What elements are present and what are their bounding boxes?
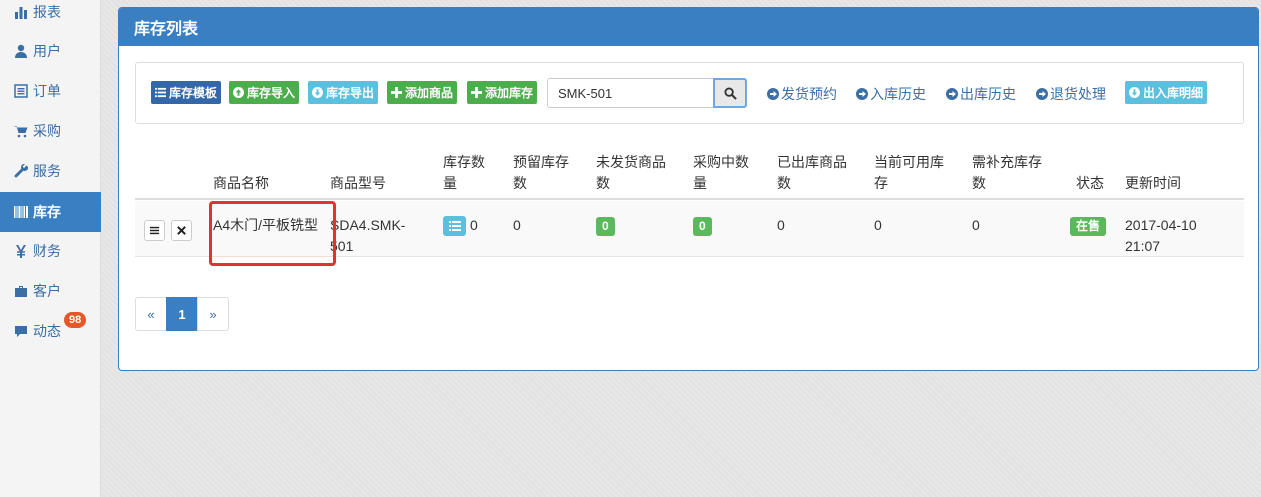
cell-shipped: 0	[777, 217, 785, 233]
pagination-page-1[interactable]: 1	[166, 297, 198, 331]
cell-model: SDA4.SMK-501	[330, 217, 406, 254]
sidebar: 报表 用户 订单 采购 服务 库存 财务 客户 动态 98	[0, 0, 101, 497]
table-header: 商品名称 商品型号 库存数量 预留库存数 未发货商品数 采购中数量 已出库商品数…	[135, 144, 1244, 200]
list-icon	[448, 221, 461, 232]
bar-chart-icon	[14, 5, 28, 19]
inventory-template-button[interactable]: 库存模板	[151, 81, 222, 104]
column-header-unshipped: 未发货商品数	[596, 154, 666, 191]
column-header-purchasing: 采购中数量	[693, 154, 749, 191]
purchasing-badge: 0	[693, 217, 712, 236]
column-header-shipped: 已出库商品数	[777, 154, 847, 191]
shipping-reservation-link[interactable]: 发货预约	[767, 84, 837, 104]
column-header-model: 商品型号	[330, 175, 386, 191]
export-stock-button[interactable]: 库存导出	[308, 81, 379, 104]
sidebar-item-orders[interactable]: 订单	[0, 71, 101, 111]
sidebar-item-label: 动态	[33, 323, 61, 339]
add-stock-button[interactable]: 添加库存	[467, 81, 538, 104]
sidebar-item-users[interactable]: 用户	[0, 31, 101, 71]
search-button[interactable]	[713, 78, 747, 108]
column-header-name: 商品名称	[213, 175, 269, 191]
io-detail-button[interactable]: 出入库明细	[1125, 81, 1208, 104]
arrow-circle-right-icon	[946, 88, 958, 100]
sidebar-item-label: 订单	[33, 83, 61, 99]
cell-status: 在售	[1070, 215, 1107, 236]
sidebar-item-label: 用户	[33, 43, 61, 59]
search-icon	[723, 86, 737, 100]
sidebar-item-label: 财务	[33, 243, 61, 259]
pagination-next[interactable]: »	[197, 297, 229, 331]
download-circle-icon	[1129, 87, 1140, 98]
stock-value: 0	[470, 217, 478, 233]
sidebar-item-customers[interactable]: 客户	[0, 271, 101, 311]
arrow-circle-right-icon	[767, 88, 779, 100]
cart-icon	[14, 124, 28, 138]
download-circle-icon	[312, 87, 323, 98]
upload-circle-icon	[233, 87, 244, 98]
inbound-history-link[interactable]: 入库历史	[856, 84, 926, 104]
barcode-icon	[14, 205, 28, 219]
plus-icon	[471, 87, 482, 98]
sidebar-item-reports[interactable]: 报表	[0, 0, 101, 32]
returns-link[interactable]: 退货处理	[1036, 84, 1106, 104]
add-product-button[interactable]: 添加商品	[387, 81, 458, 104]
column-header-stock: 库存数量	[443, 154, 485, 191]
cell-updated: 2017-04-10 21:07	[1125, 217, 1197, 254]
arrow-circle-right-icon	[856, 88, 868, 100]
sidebar-item-label: 服务	[33, 163, 61, 179]
sidebar-item-label: 采购	[33, 123, 61, 139]
column-header-reserved: 预留库存数	[513, 154, 569, 191]
pagination-prev[interactable]: «	[135, 297, 167, 331]
outbound-history-link[interactable]: 出库历史	[946, 84, 1016, 104]
column-header-status: 状态	[1076, 175, 1104, 191]
sidebar-item-inventory[interactable]: 库存	[0, 192, 101, 232]
toolbar: 库存模板 库存导入 库存导出 添加商品 添加库存 发货预约 入库历史	[135, 62, 1244, 124]
unshipped-badge: 0	[596, 217, 615, 236]
column-header-updated: 更新时间	[1125, 175, 1181, 191]
user-icon	[14, 44, 28, 58]
sidebar-item-label: 报表	[33, 4, 61, 20]
import-stock-button[interactable]: 库存导入	[229, 81, 300, 104]
cell-name: A4木门/平板铣型	[213, 217, 319, 233]
column-header-restock: 需补充库存数	[972, 154, 1042, 191]
sidebar-item-finance[interactable]: 财务	[0, 231, 101, 271]
yen-icon	[14, 244, 28, 258]
sidebar-item-purchasing[interactable]: 采购	[0, 111, 101, 151]
list-icon	[14, 84, 28, 98]
stock-list-button[interactable]	[443, 216, 466, 237]
wrench-icon	[14, 164, 28, 178]
close-icon	[177, 226, 186, 235]
cell-available: 0	[874, 217, 882, 233]
list-icon	[155, 87, 166, 98]
sidebar-item-service[interactable]: 服务	[0, 151, 101, 191]
comment-icon	[14, 324, 28, 338]
sidebar-item-label: 库存	[33, 204, 61, 220]
cell-restock: 0	[972, 217, 980, 233]
hamburger-icon	[149, 226, 160, 235]
table-row: A4木门/平板铣型 SDA4.SMK-501 0 0 0 0 0 0 0 在售 …	[135, 201, 1244, 266]
sidebar-item-label: 客户	[33, 283, 61, 299]
inventory-panel: 库存列表 库存模板 库存导入 库存导出 添加商品 添加库存 发货预约	[118, 7, 1259, 371]
cell-stock: 0	[443, 215, 478, 237]
briefcase-icon	[14, 284, 28, 298]
cell-unshipped: 0	[596, 215, 615, 236]
notification-badge: 98	[64, 312, 87, 328]
status-badge: 在售	[1070, 217, 1107, 236]
row-menu-button[interactable]	[144, 220, 165, 241]
cell-purchasing: 0	[693, 215, 712, 236]
arrow-circle-right-icon	[1036, 88, 1048, 100]
cell-reserved: 0	[513, 217, 521, 233]
panel-title: 库存列表	[119, 8, 1258, 46]
pagination: « 1 »	[135, 297, 229, 331]
sidebar-item-activity[interactable]: 动态 98	[0, 311, 101, 351]
column-header-available: 当前可用库存	[874, 154, 944, 191]
plus-icon	[391, 87, 402, 98]
row-delete-button[interactable]	[171, 220, 192, 241]
search-input[interactable]	[547, 78, 714, 108]
